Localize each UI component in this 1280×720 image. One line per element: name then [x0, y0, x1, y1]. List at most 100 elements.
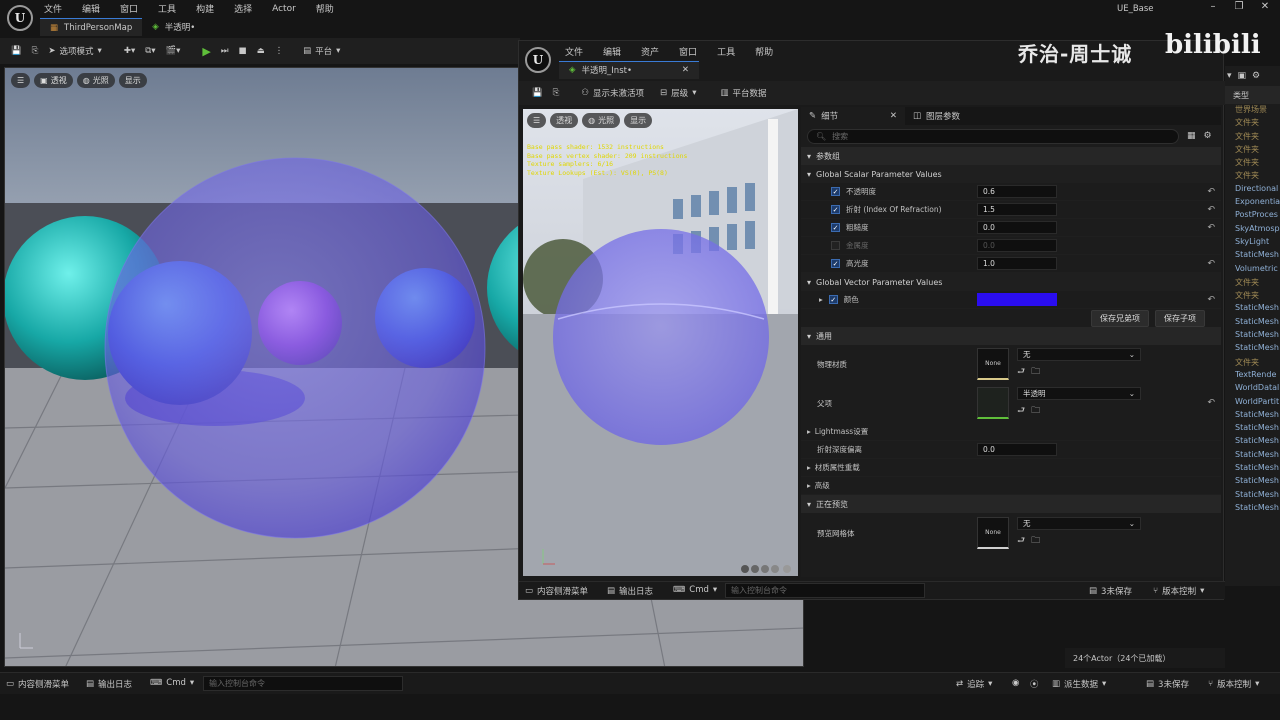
outliner-item[interactable]: TextRende: [1225, 370, 1280, 383]
tab-translucent[interactable]: ◈ 半透明•: [142, 18, 205, 36]
output-log-button[interactable]: ▤ 输出日志: [86, 678, 132, 690]
platform-stats-button[interactable]: ▥ 平台数据: [715, 83, 771, 103]
param-value-field[interactable]: 1.5: [977, 203, 1057, 216]
menu-select[interactable]: 选择: [234, 2, 252, 15]
vector-params-header[interactable]: ▾ Global Vector Parameter Values: [801, 273, 1221, 291]
menu-file[interactable]: 文件: [44, 2, 62, 15]
menu-help[interactable]: 帮助: [316, 2, 334, 15]
menu-edit[interactable]: 编辑: [82, 2, 100, 15]
unreal-logo-icon[interactable]: U: [525, 47, 551, 73]
browse-icon[interactable]: ⎘: [548, 83, 565, 103]
param-enable-checkbox[interactable]: ✓: [831, 205, 840, 214]
browse-folder-icon[interactable]: 🗀: [1031, 364, 1040, 380]
show-button[interactable]: 显示: [118, 73, 147, 88]
outliner-item[interactable]: StaticMesh: [1225, 476, 1280, 489]
outliner-item[interactable]: StaticMesh: [1225, 436, 1280, 449]
reset-arrow-icon[interactable]: ↶: [1207, 398, 1215, 408]
outliner-item[interactable]: 文件夹: [1225, 357, 1280, 370]
general-header[interactable]: ▾ 通用: [801, 327, 1221, 345]
outliner-item[interactable]: StaticMesh: [1225, 423, 1280, 436]
close-tab-icon[interactable]: ✕: [890, 111, 897, 121]
outliner-item[interactable]: 文件夹: [1225, 131, 1280, 144]
menu-file[interactable]: 文件: [565, 45, 583, 58]
cinematics-button[interactable]: 🎬▾: [161, 41, 186, 61]
save-child-button[interactable]: 保存子项: [1155, 309, 1205, 327]
outliner-type-header[interactable]: 类型: [1225, 86, 1280, 104]
record-icon[interactable]: ◉: [1012, 678, 1019, 688]
param-enable-checkbox[interactable]: [831, 241, 840, 250]
outliner-item[interactable]: StaticMesh: [1225, 463, 1280, 476]
eject-icon[interactable]: ⏏: [252, 41, 270, 61]
outliner-item[interactable]: 文件夹: [1225, 290, 1280, 303]
preview-lit-button[interactable]: ◍ 光照: [582, 113, 621, 128]
perspective-button[interactable]: ▣ 透视: [34, 73, 73, 88]
derived-data-button[interactable]: ▥ 派生数据 ▾: [1052, 678, 1106, 690]
outliner-item[interactable]: WorldPartit: [1225, 397, 1280, 410]
menu-window[interactable]: 窗口: [120, 2, 138, 15]
lightmass-row[interactable]: ▸ Lightmass设置: [801, 423, 1221, 441]
outliner-item[interactable]: StaticMesh: [1225, 450, 1280, 463]
platform-button[interactable]: ▤ 平台 ▾: [298, 41, 345, 61]
cmd-button[interactable]: ⌨ Cmd ▾: [673, 585, 717, 595]
use-selected-icon[interactable]: ⮐: [1017, 403, 1025, 419]
restore-icon[interactable]: ❐: [1226, 1, 1252, 12]
lit-button[interactable]: ◍ 光照: [76, 73, 115, 88]
close-icon[interactable]: ✕: [1252, 1, 1278, 12]
browse-folder-icon[interactable]: 🗀: [1031, 403, 1040, 419]
chevron-down-icon[interactable]: ▾: [1227, 71, 1232, 81]
reset-arrow-icon[interactable]: ↶: [1207, 259, 1215, 269]
outliner-item[interactable]: StaticMesh: [1225, 330, 1280, 343]
property-override-row[interactable]: ▸ 材质属性重载: [801, 459, 1221, 477]
phys-material-dropdown[interactable]: 无 ⌄: [1017, 348, 1141, 361]
unsaved-button[interactable]: ▤ 3未保存: [1146, 678, 1189, 690]
outliner-item[interactable]: SkyAtmosp: [1225, 224, 1280, 237]
reset-arrow-icon[interactable]: ↶: [1207, 295, 1215, 305]
menu-tools[interactable]: 工具: [158, 2, 176, 15]
output-log-button[interactable]: ▤ 输出日志: [607, 585, 653, 597]
use-selected-icon[interactable]: ⮐: [1017, 364, 1025, 380]
add-actor-button[interactable]: ✚▾: [119, 41, 140, 61]
console-input[interactable]: 输入控制台命令: [203, 676, 403, 691]
outliner-item[interactable]: SkyLight: [1225, 237, 1280, 250]
outliner-item[interactable]: StaticMesh: [1225, 303, 1280, 316]
blueprint-button[interactable]: ⧉▾: [140, 41, 160, 61]
show-inactive-button[interactable]: ⚇ 显示未激活项: [576, 83, 649, 103]
param-group-header[interactable]: ▾ 参数组: [801, 147, 1221, 165]
stop-icon[interactable]: ■: [234, 41, 252, 61]
preview-show-button[interactable]: 显示: [624, 113, 653, 128]
outliner-item[interactable]: Directional: [1225, 184, 1280, 197]
viewport-menu-button[interactable]: ☰: [11, 73, 31, 88]
tab-thirdpersonmap[interactable]: ▦ ThirdPersonMap: [40, 18, 143, 36]
content-drawer-button[interactable]: ▭ 内容侧滑菜单: [6, 678, 69, 690]
details-search-input[interactable]: 🔍︎ 搜索: [807, 128, 1179, 144]
preview-mesh-thumbnail[interactable]: None: [977, 517, 1009, 549]
menu-window[interactable]: 窗口: [679, 45, 697, 58]
settings-icon[interactable]: ⚙: [1204, 131, 1212, 141]
hierarchy-button[interactable]: ⊟ 层级 ▾: [655, 83, 701, 103]
color-enable-checkbox[interactable]: ✓: [828, 295, 838, 304]
play-options-icon[interactable]: ⋮: [270, 41, 289, 61]
outliner-item[interactable]: 世界场景: [1225, 104, 1280, 117]
menu-build[interactable]: 构建: [196, 2, 214, 15]
cmd-button[interactable]: ⌨ Cmd ▾: [150, 678, 194, 688]
outliner-item[interactable]: 文件夹: [1225, 144, 1280, 157]
parent-dropdown[interactable]: 半透明 ⌄: [1017, 387, 1141, 400]
outliner-item[interactable]: 文件夹: [1225, 117, 1280, 130]
phys-material-thumbnail[interactable]: None: [977, 348, 1009, 380]
tab-layer-parameters[interactable]: ◫ 图层参数: [905, 107, 968, 125]
outliner-item[interactable]: StaticMesh: [1225, 343, 1280, 356]
reset-arrow-icon[interactable]: ↶: [1207, 223, 1215, 233]
use-selected-icon[interactable]: ⮐: [1017, 533, 1025, 549]
chevron-right-icon[interactable]: ▸: [819, 295, 823, 304]
table-view-icon[interactable]: ▦: [1187, 131, 1196, 141]
scalar-params-header[interactable]: ▾ Global Scalar Parameter Values: [801, 165, 1221, 183]
content-drawer-button[interactable]: ▭ 内容侧滑菜单: [525, 585, 588, 597]
outliner-item[interactable]: StaticMesh: [1225, 490, 1280, 503]
outliner-item[interactable]: StaticMesh: [1225, 250, 1280, 263]
param-enable-checkbox[interactable]: ✓: [831, 259, 840, 268]
outliner-item[interactable]: Volumetric: [1225, 264, 1280, 277]
outliner-item[interactable]: StaticMesh: [1225, 503, 1280, 516]
material-preview-viewport[interactable]: ☰ 透视 ◍ 光照 显示 Base pass shader: 1532 instr…: [523, 109, 798, 576]
preview-menu-button[interactable]: ☰: [527, 113, 547, 128]
preview-perspective-button[interactable]: 透视: [550, 113, 579, 128]
